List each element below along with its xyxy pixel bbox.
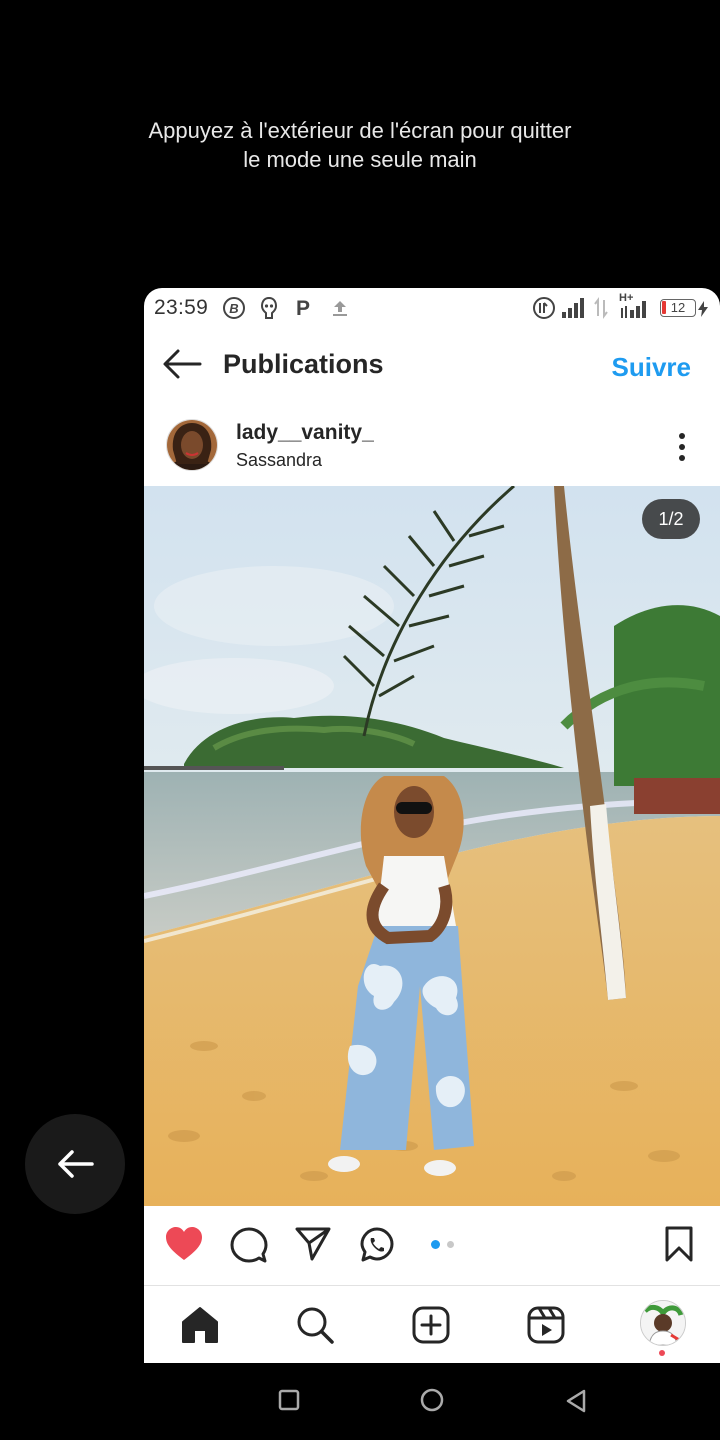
comment-icon[interactable] xyxy=(230,1226,268,1264)
carousel-dot-active xyxy=(431,1240,440,1249)
search-icon[interactable] xyxy=(296,1306,334,1344)
svg-text:B: B xyxy=(229,301,238,316)
heart-icon[interactable] xyxy=(164,1226,204,1262)
follow-button[interactable]: Suivre xyxy=(612,352,692,383)
share-icon[interactable] xyxy=(294,1226,332,1262)
beach-photo-illustration xyxy=(144,486,720,1206)
svg-text:P: P xyxy=(296,297,310,320)
bookmark-icon[interactable] xyxy=(663,1225,695,1263)
page-title: Publications xyxy=(223,349,384,379)
post-photo[interactable]: 1/2 xyxy=(144,486,720,1206)
battery-level: 12 xyxy=(670,300,686,315)
post-actions xyxy=(144,1206,720,1284)
signal-strength-icon xyxy=(562,298,584,318)
one-hand-mode-hint: Appuyez à l'extérieur de l'écran pour qu… xyxy=(0,116,720,174)
bottom-tab-bar xyxy=(144,1286,720,1363)
app-screen: 23:59 B P H+ 12 Publications Suivre lady… xyxy=(144,288,720,1363)
whatsapp-icon[interactable] xyxy=(358,1226,396,1264)
home-button-icon[interactable] xyxy=(420,1388,444,1412)
sim1-icon xyxy=(533,297,555,319)
system-navigation-bar xyxy=(0,1363,720,1440)
hint-line-2: le mode une seule main xyxy=(243,147,477,172)
back-arrow-icon[interactable] xyxy=(162,348,202,380)
alien-notification-icon xyxy=(260,296,278,319)
upload-icon xyxy=(333,301,347,316)
author-username[interactable]: lady__vanity_ xyxy=(236,421,374,445)
notification-dot xyxy=(659,1350,665,1356)
recent-apps-icon[interactable] xyxy=(278,1389,300,1411)
exit-one-hand-button[interactable] xyxy=(25,1114,125,1214)
carousel-dot-inactive xyxy=(447,1241,454,1248)
status-time: 23:59 xyxy=(154,296,209,319)
home-icon[interactable] xyxy=(180,1306,220,1344)
charging-bolt-icon xyxy=(698,301,708,317)
arrow-left-icon xyxy=(58,1150,94,1178)
data-arrows-icon xyxy=(594,297,608,319)
profile-avatar[interactable] xyxy=(640,1300,686,1346)
author-avatar[interactable] xyxy=(166,419,218,471)
post-location[interactable]: Sassandra xyxy=(236,450,322,471)
status-bar: 23:59 B P H+ 12 xyxy=(144,288,720,328)
post-author-row: lady__vanity_ Sassandra xyxy=(144,408,720,486)
reels-icon[interactable] xyxy=(527,1306,565,1344)
p-icon: P xyxy=(296,297,310,320)
carousel-counter: 1/2 xyxy=(642,499,700,539)
b-circle-icon: B xyxy=(223,297,245,319)
create-post-icon[interactable] xyxy=(412,1306,450,1344)
back-triangle-icon[interactable] xyxy=(565,1389,587,1413)
battery-icon: 12 xyxy=(660,299,696,317)
hint-line-1: Appuyez à l'extérieur de l'écran pour qu… xyxy=(148,118,572,143)
signal-strength-2-icon xyxy=(621,301,646,318)
more-options-icon[interactable] xyxy=(672,430,692,464)
page-header: Publications Suivre xyxy=(144,328,720,400)
